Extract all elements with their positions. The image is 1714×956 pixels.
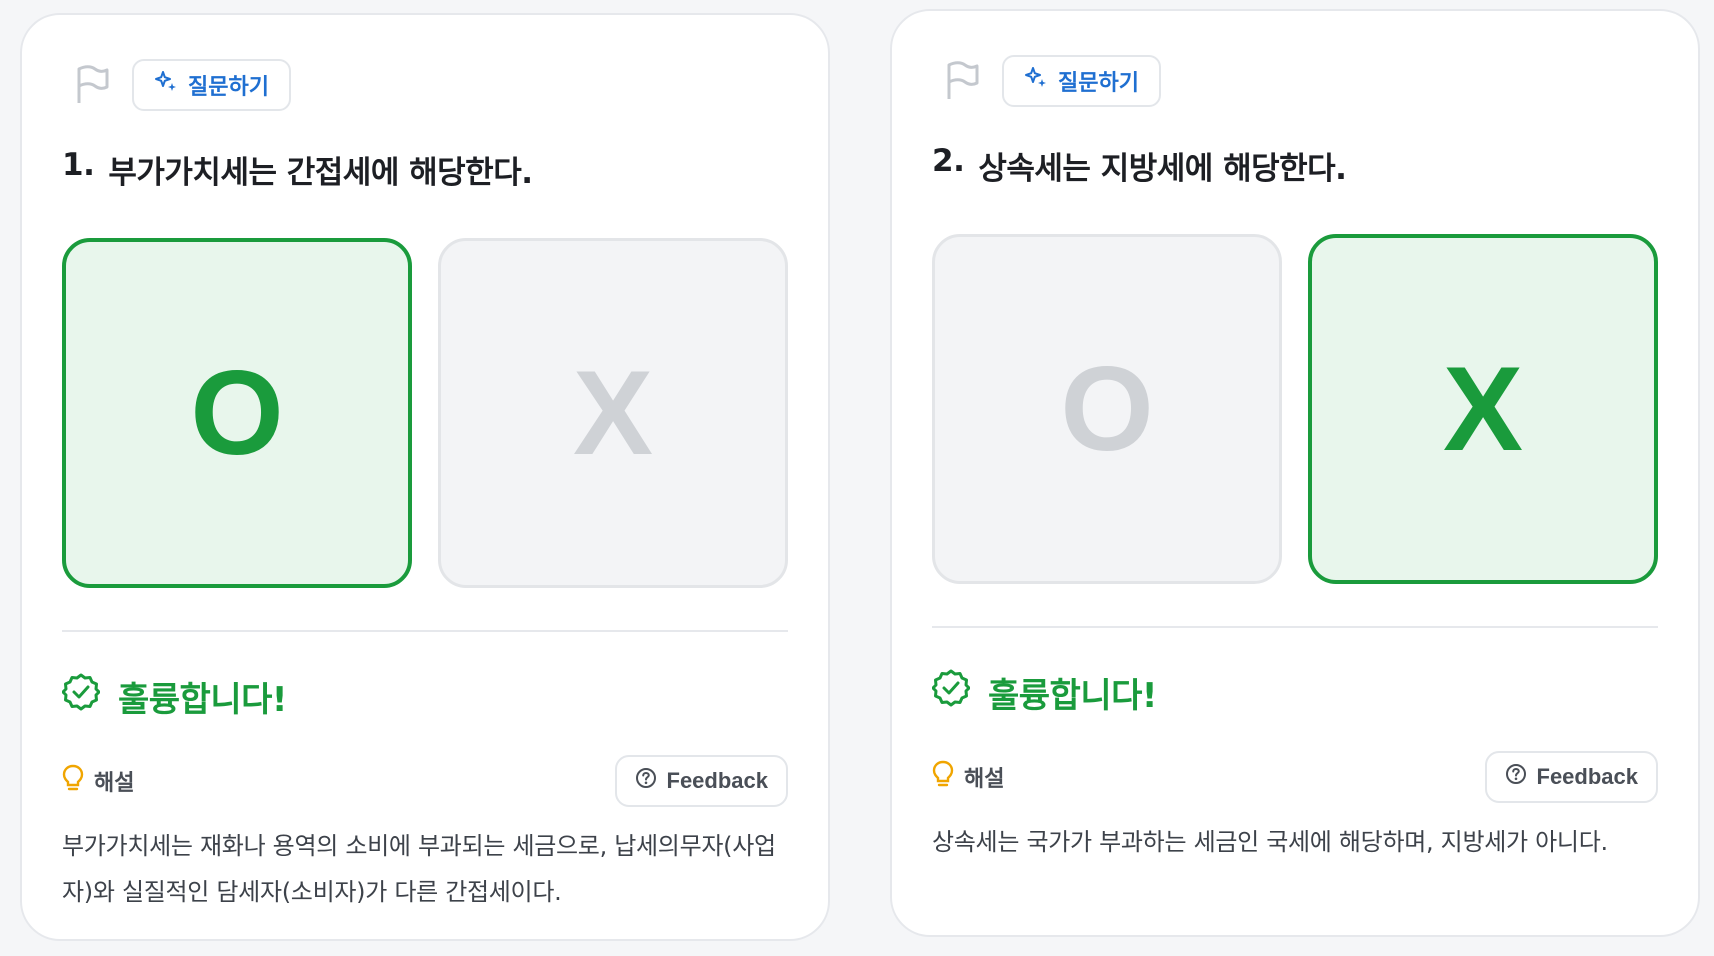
sparkle-icon (154, 70, 178, 100)
result-message: 훌륭합니다! (61, 672, 788, 721)
feedback-label: Feedback (1536, 764, 1639, 789)
lightbulb-icon (932, 760, 954, 794)
ask-question-button[interactable]: 질문하기 (1002, 55, 1161, 107)
question-circle-icon (1505, 763, 1527, 791)
card-toolbar: 질문하기 (72, 59, 788, 111)
quiz-stage: 질문하기 1. 부가가치세는 간접세에 해당한다. O X 훌륭합니다! 해설 (0, 0, 1714, 956)
question-text: 부가가치세는 간접세에 해당한다. (108, 155, 533, 191)
question-circle-icon (635, 767, 657, 795)
explanation-text: 상속세는 국가가 부과하는 세금인 국세에 해당하며, 지방세가 아니다. (932, 828, 1608, 856)
ask-question-button[interactable]: 질문하기 (132, 59, 291, 111)
explanation-label: 해설 (932, 760, 1004, 794)
result-text: 훌륭합니다! (118, 680, 287, 720)
divider (62, 630, 788, 632)
flag-icon[interactable] (942, 59, 982, 103)
explanation-text: 부가가치세는 재화나 용역의 소비에 부과되는 세금으로, 납세의무자(사업자)… (62, 832, 776, 906)
question-title: 1. 부가가치세는 간접세에 해당한다. (62, 147, 788, 192)
ask-question-label: 질문하기 (1058, 71, 1139, 96)
answer-choices: O X (62, 238, 788, 588)
choice-o-button[interactable]: O (932, 234, 1282, 584)
feedback-label: Feedback (666, 768, 769, 793)
answer-choices: O X (932, 234, 1658, 584)
explanation-label-text: 해설 (964, 767, 1005, 792)
explanation-label: 해설 (62, 764, 134, 798)
sparkle-icon (1024, 66, 1048, 96)
quiz-card-2: 질문하기 2. 상속세는 지방세에 해당한다. O X 훌륭합니다! 해설 Fe… (890, 9, 1700, 937)
question-number: 1. (62, 147, 95, 183)
flag-icon[interactable] (72, 63, 112, 107)
ask-question-label: 질문하기 (188, 75, 269, 100)
question-number: 2. (932, 143, 965, 179)
explanation-header: 해설 Feedback (932, 751, 1658, 803)
check-badge-icon (931, 669, 971, 716)
result-message: 훌륭합니다! (931, 668, 1658, 717)
choice-x-button[interactable]: X (1308, 234, 1658, 584)
check-badge-icon (61, 673, 101, 720)
quiz-card-1: 질문하기 1. 부가가치세는 간접세에 해당한다. O X 훌륭합니다! 해설 (20, 13, 830, 941)
card-toolbar: 질문하기 (942, 55, 1658, 107)
result-text: 훌륭합니다! (988, 676, 1157, 716)
explanation-label-text: 해설 (94, 771, 135, 796)
divider (932, 626, 1658, 628)
choice-o-button[interactable]: O (62, 238, 412, 588)
feedback-button[interactable]: Feedback (1484, 751, 1658, 803)
question-title: 2. 상속세는 지방세에 해당한다. (932, 143, 1658, 188)
explanation-header: 해설 Feedback (62, 755, 788, 807)
feedback-button[interactable]: Feedback (614, 755, 788, 807)
lightbulb-icon (62, 764, 84, 798)
question-text: 상속세는 지방세에 해당한다. (978, 151, 1347, 187)
choice-x-button[interactable]: X (438, 238, 788, 588)
